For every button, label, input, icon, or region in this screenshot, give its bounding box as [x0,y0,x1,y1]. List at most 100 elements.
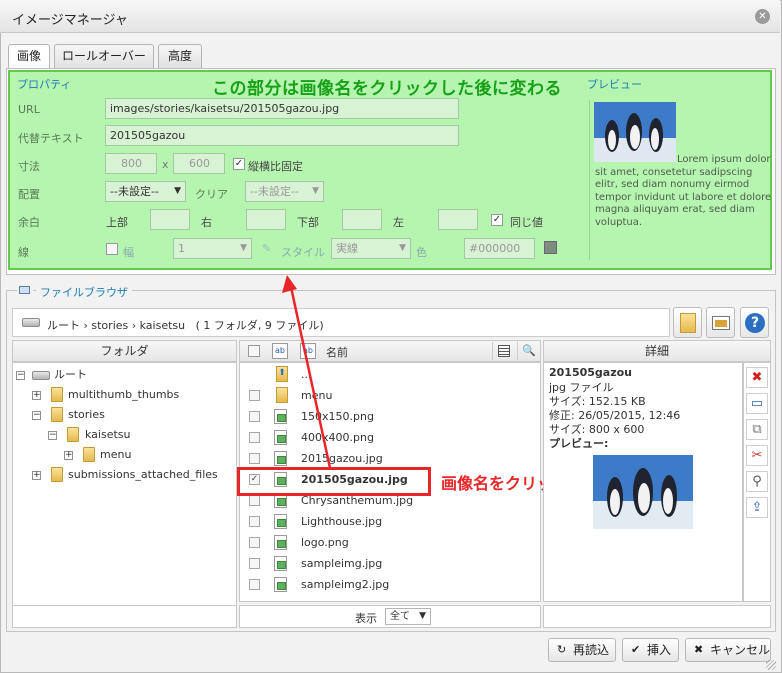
alt-text-field[interactable]: 201505gazou [105,125,459,146]
list-item[interactable]: sampleimg.jpg [241,554,540,575]
url-field[interactable]: images/stories/kaisetsu/201505gazou.jpg [105,98,459,119]
width-field[interactable]: 800 [105,153,157,174]
tree-item-stories[interactable]: stories [68,407,105,423]
color-picker-icon[interactable] [544,241,557,254]
sort-name-icon[interactable]: ab [300,343,316,359]
file-name: menu [301,389,333,402]
folder-icon [276,387,288,403]
breadcrumb: ルート › stories › kaisetsu ( 1 フォルダ, 9 ファイ… [47,317,324,333]
detail-file-title: 201505gazou [549,366,633,379]
border-color-field[interactable]: #000000 [464,238,535,259]
file-browser-legend: ファイルブラウザ [36,284,132,300]
view-details-icon[interactable] [492,342,515,360]
file-name: sampleimg2.jpg [301,578,390,591]
list-item[interactable]: ⬆ ... [241,365,540,386]
image-file-icon [274,409,287,424]
list-item[interactable]: Lighthouse.jpg [241,512,540,533]
margin-bottom-field[interactable] [342,209,382,230]
keep-ratio-checkbox[interactable]: ✓ [233,158,245,170]
align-select[interactable]: --未設定-- ▼ [105,181,186,202]
margin-same-checkbox[interactable]: ✓ [491,214,503,226]
row-checkbox[interactable] [249,579,260,590]
preview-section-label: プレビュー [587,78,642,91]
image-file-icon [274,556,287,571]
tree-item-multithumb[interactable]: multithumb_thumbs [68,387,179,403]
rename-icon[interactable]: ▭ [746,393,768,414]
border-width-select[interactable]: 1 ▼ [173,238,252,259]
row-checkbox[interactable] [249,558,260,569]
new-folder-button[interactable] [673,307,702,338]
select-all-checkbox[interactable] [248,345,260,357]
margin-top-field[interactable] [150,209,190,230]
cancel-label: キャンセル [710,643,771,657]
tab-advanced[interactable]: 高度 [158,44,202,68]
image-file-icon [274,535,287,550]
tab-rollover[interactable]: ロールオーバー [54,44,154,68]
list-item[interactable]: logo.png [241,533,540,554]
expand-icon[interactable]: + [64,451,73,460]
chevron-down-icon: ▼ [312,186,319,196]
copy-icon[interactable]: ⧉ [746,419,768,440]
expand-icon[interactable]: + [32,471,41,480]
row-checkbox[interactable] [249,453,260,464]
row-checkbox[interactable] [249,495,260,506]
insert-file-icon[interactable]: ⇪ [746,497,768,518]
folder-up-icon: ⬆ [276,366,288,382]
zoom-icon[interactable]: ⚲ [746,471,768,492]
chevron-down-icon: ▼ [419,611,426,621]
upload-icon [712,316,730,330]
reload-button[interactable]: ↻ 再読込 [548,638,616,662]
margin-right-field[interactable] [246,209,286,230]
margin-top-label: 上部 [106,216,128,229]
file-name: ... [301,368,312,381]
list-item[interactable]: 150x150.png [241,407,540,428]
collapse-icon[interactable]: − [32,411,41,420]
row-checkbox[interactable] [249,516,260,527]
insert-button[interactable]: ✔ 挿入 [622,638,679,662]
height-field[interactable]: 600 [173,153,225,174]
keep-ratio-label: 縦横比固定 [248,160,303,173]
collapse-icon[interactable]: − [48,431,57,440]
display-filter-select[interactable]: 全て ▼ [385,608,431,625]
clear-select[interactable]: --未設定-- ▼ [245,181,324,202]
tree-item-submissions[interactable]: submissions_attached_files [68,467,218,483]
selected-file-highlight [237,467,431,496]
tab-image[interactable]: 画像 [8,44,50,70]
border-checkbox[interactable] [106,243,118,255]
breadcrumb-path[interactable]: ルート › stories › kaisetsu [47,319,185,332]
row-checkbox[interactable] [249,411,260,422]
tree-item-root[interactable]: ルート [54,367,87,383]
list-item[interactable]: menu [241,386,540,407]
preview-thumbnail [594,102,676,162]
collapse-icon[interactable]: − [16,371,25,380]
check-icon: ✔ [631,643,641,656]
list-item[interactable]: 400x400.png [241,428,540,449]
tree-item-menu[interactable]: menu [100,447,131,463]
row-checkbox[interactable] [249,432,260,443]
dialog-title: イメージマネージャ [12,13,128,28]
cancel-button[interactable]: ✖ キャンセル [685,638,771,662]
cut-icon[interactable]: ✂ [746,445,768,466]
expand-icon[interactable]: + [32,391,41,400]
name-column-header[interactable]: 名前 [326,344,348,360]
help-button[interactable]: ? [740,307,769,338]
close-icon[interactable]: ✕ [755,9,770,24]
search-icon[interactable]: 🔍 [517,342,540,360]
chevron-down-icon: ▼ [399,243,406,253]
list-item[interactable]: sampleimg2.jpg [241,575,540,596]
border-style-select[interactable]: 実線 ▼ [331,238,411,259]
margin-left-label: 左 [393,216,404,229]
delete-button[interactable]: ✖ [746,367,768,388]
folder-footer [12,605,237,628]
resize-grip-icon[interactable] [766,660,776,670]
row-checkbox[interactable] [249,390,260,401]
tree-item-kaisetsu[interactable]: kaisetsu [85,427,131,443]
sort-ext-icon[interactable]: ab [272,343,288,359]
upload-button[interactable] [706,307,735,338]
margin-left-field[interactable] [438,209,478,230]
row-checkbox[interactable] [249,537,260,548]
clear-label: クリア [195,188,228,201]
details-column-header: 詳細 [543,340,771,362]
margin-same-label: 同じ値 [510,216,543,229]
align-select-value: --未設定-- [110,185,159,198]
